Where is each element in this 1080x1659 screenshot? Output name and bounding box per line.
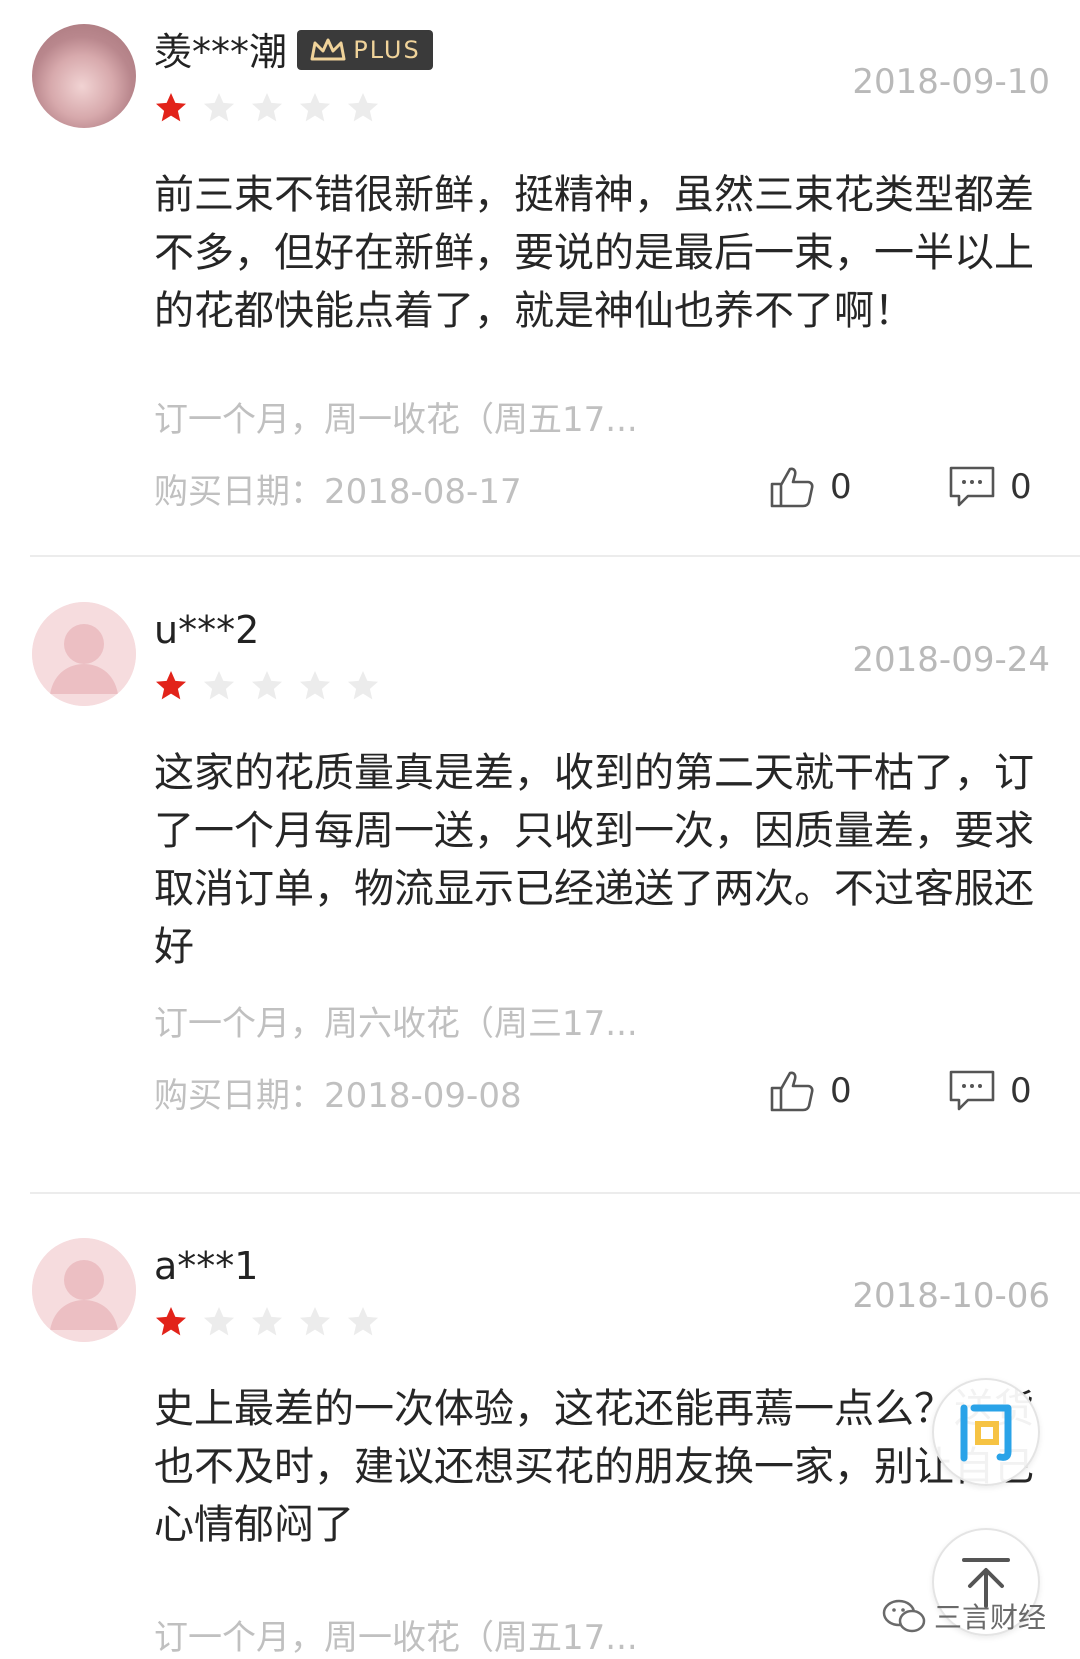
username[interactable]: u***2 xyxy=(154,608,259,652)
star-empty-icon xyxy=(201,668,237,704)
like-count: 0 xyxy=(830,467,852,507)
crown-icon xyxy=(310,38,346,61)
thumbs-up-icon xyxy=(770,1071,814,1112)
review-text[interactable]: 史上最差的一次体验，这花还能再蔫一点么？送货也不及时，建议还想买花的朋友换一家，… xyxy=(154,1380,1044,1554)
order-spec: 订一个月，周一收花（周五17... xyxy=(154,1618,638,1658)
star-rating xyxy=(153,90,381,126)
star-empty-icon xyxy=(201,1304,237,1340)
username[interactable]: a***1 xyxy=(154,1244,258,1288)
plus-badge-label: PLUS xyxy=(353,36,421,64)
comment-count: 0 xyxy=(1010,467,1032,507)
comment-bubble-icon xyxy=(949,466,995,507)
star-empty-icon xyxy=(249,668,285,704)
default-avatar-icon xyxy=(32,602,136,706)
divider xyxy=(30,555,1080,557)
watermark-text: 三言财经 xyxy=(933,1601,1046,1634)
star-filled-icon xyxy=(153,90,189,126)
like-button[interactable]: 0 xyxy=(768,1068,852,1114)
star-empty-icon xyxy=(297,1304,333,1340)
user-avatar[interactable] xyxy=(32,602,136,706)
username[interactable]: 羡***潮 xyxy=(154,30,287,74)
star-empty-icon xyxy=(345,668,381,704)
purchase-date: 购买日期：2018-09-08 xyxy=(154,1076,522,1116)
default-avatar-icon xyxy=(32,1238,136,1342)
order-spec: 订一个月，周一收花（周五17... xyxy=(154,400,638,440)
review-date: 2018-09-24 xyxy=(852,640,1050,680)
review-text[interactable]: 这家的花质量真是差，收到的第二天就干枯了，订了一个月每周一送，只收到一次，因质量… xyxy=(154,744,1044,976)
star-filled-icon xyxy=(153,1304,189,1340)
comment-button[interactable]: 0 xyxy=(948,464,1032,510)
star-filled-icon xyxy=(153,668,189,704)
order-spec: 订一个月，周六收花（周三17... xyxy=(154,1004,638,1044)
star-empty-icon xyxy=(345,1304,381,1340)
star-empty-icon xyxy=(297,668,333,704)
watermark: 三言财经 xyxy=(882,1596,1046,1636)
star-empty-icon xyxy=(297,90,333,126)
divider xyxy=(30,1192,1080,1194)
comment-bubble-icon xyxy=(949,1070,995,1111)
purchase-date: 购买日期：2018-08-17 xyxy=(154,472,522,512)
like-count: 0 xyxy=(830,1071,852,1111)
star-empty-icon xyxy=(201,90,237,126)
star-empty-icon xyxy=(249,90,285,126)
review-date: 2018-09-10 xyxy=(852,62,1050,102)
user-avatar[interactable] xyxy=(32,1238,136,1342)
wechat-icon xyxy=(882,1599,926,1633)
plus-member-badge: PLUS xyxy=(297,30,433,70)
user-avatar[interactable] xyxy=(32,24,136,128)
comment-button[interactable]: 0 xyxy=(948,1068,1032,1114)
star-empty-icon xyxy=(345,90,381,126)
ask-question-button[interactable] xyxy=(932,1378,1040,1486)
thumbs-up-icon xyxy=(770,467,814,508)
ask-icon xyxy=(960,1404,1012,1462)
review-text[interactable]: 前三束不错很新鲜，挺精神，虽然三束花类型都差不多，但好在新鲜，要说的是最后一束，… xyxy=(154,166,1044,340)
comment-count: 0 xyxy=(1010,1071,1032,1111)
like-button[interactable]: 0 xyxy=(768,464,852,510)
star-rating xyxy=(153,668,381,704)
star-rating xyxy=(153,1304,381,1340)
review-date: 2018-10-06 xyxy=(852,1276,1050,1316)
star-empty-icon xyxy=(249,1304,285,1340)
